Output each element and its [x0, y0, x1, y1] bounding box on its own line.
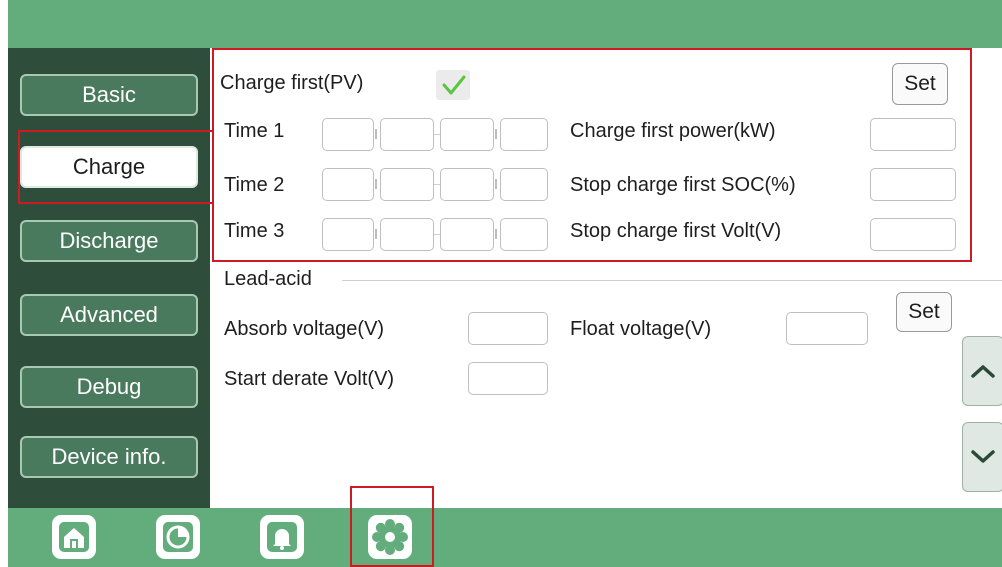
time-3-start-minute-input[interactable] — [380, 218, 434, 251]
charge-first-power-input[interactable] — [870, 118, 956, 151]
start-derate-volt-input[interactable] — [468, 362, 548, 395]
time-2-end-hour-input[interactable] — [440, 168, 494, 201]
nav-advanced-button[interactable]: Advanced — [20, 294, 198, 336]
scroll-up-button[interactable] — [962, 336, 1002, 406]
charge-first-power-label: Charge first power(kW) — [570, 120, 776, 142]
charge-first-set-button[interactable]: Set — [892, 63, 948, 105]
time-3-label: Time 3 — [224, 220, 285, 242]
time-separator — [495, 229, 497, 239]
tab-statistics[interactable] — [156, 515, 200, 559]
time-2-label: Time 2 — [224, 174, 285, 196]
statistics-icon — [163, 522, 193, 552]
time-separator — [375, 229, 377, 239]
start-derate-volt-label: Start derate Volt(V) — [224, 368, 395, 390]
sidebar: Basic Charge Discharge Advanced Debug De… — [8, 48, 210, 508]
nav-device-info-button[interactable]: Device info. — [20, 436, 198, 478]
time-1-end-minute-input[interactable] — [500, 118, 548, 151]
time-3-end-minute-input[interactable] — [500, 218, 548, 251]
absorb-voltage-input[interactable] — [468, 312, 548, 345]
nav-basic-button[interactable]: Basic — [20, 74, 198, 116]
time-1-start-hour-input[interactable] — [322, 118, 374, 151]
lead-acid-title: Lead-acid — [224, 268, 312, 290]
absorb-voltage-label: Absorb voltage(V) — [224, 318, 385, 340]
chevron-up-icon — [971, 365, 995, 378]
float-voltage-input[interactable] — [786, 312, 868, 345]
time-3-end-hour-input[interactable] — [440, 218, 494, 251]
tab-home[interactable] — [52, 515, 96, 559]
scroll-down-button[interactable] — [962, 422, 1002, 492]
gear-icon — [372, 519, 408, 555]
nav-charge-button[interactable]: Charge — [20, 146, 198, 188]
time-2-start-hour-input[interactable] — [322, 168, 374, 201]
tab-settings[interactable] — [368, 515, 412, 559]
nav-debug-button[interactable]: Debug — [20, 366, 198, 408]
settings-content: Charge first(PV) Set Time 1 Time 2 Time … — [210, 48, 1002, 508]
lead-acid-set-button[interactable]: Set — [896, 292, 952, 332]
lead-acid-divider — [342, 280, 1002, 281]
charge-first-checkbox[interactable] — [436, 70, 470, 100]
stop-charge-first-soc-input[interactable] — [870, 168, 956, 201]
time-2-start-minute-input[interactable] — [380, 168, 434, 201]
bell-icon — [267, 522, 297, 552]
tab-alarm[interactable] — [260, 515, 304, 559]
time-separator — [495, 129, 497, 139]
time-separator — [495, 179, 497, 189]
time-separator — [375, 179, 377, 189]
time-1-label: Time 1 — [224, 120, 285, 142]
stop-charge-first-volt-label: Stop charge first Volt(V) — [570, 220, 782, 242]
time-1-start-minute-input[interactable] — [380, 118, 434, 151]
time-separator — [375, 129, 377, 139]
chevron-down-icon — [971, 450, 995, 463]
time-3-start-hour-input[interactable] — [322, 218, 374, 251]
charge-first-label: Charge first(PV) — [220, 72, 364, 94]
stop-charge-first-soc-label: Stop charge first SOC(%) — [570, 174, 796, 196]
checkmark-icon — [442, 75, 466, 95]
float-voltage-label: Float voltage(V) — [570, 318, 712, 340]
top-bar — [8, 0, 1002, 48]
nav-discharge-button[interactable]: Discharge — [20, 220, 198, 262]
home-icon — [59, 522, 89, 552]
time-2-end-minute-input[interactable] — [500, 168, 548, 201]
bottom-tab-bar — [8, 508, 1002, 567]
time-1-end-hour-input[interactable] — [440, 118, 494, 151]
stop-charge-first-volt-input[interactable] — [870, 218, 956, 251]
